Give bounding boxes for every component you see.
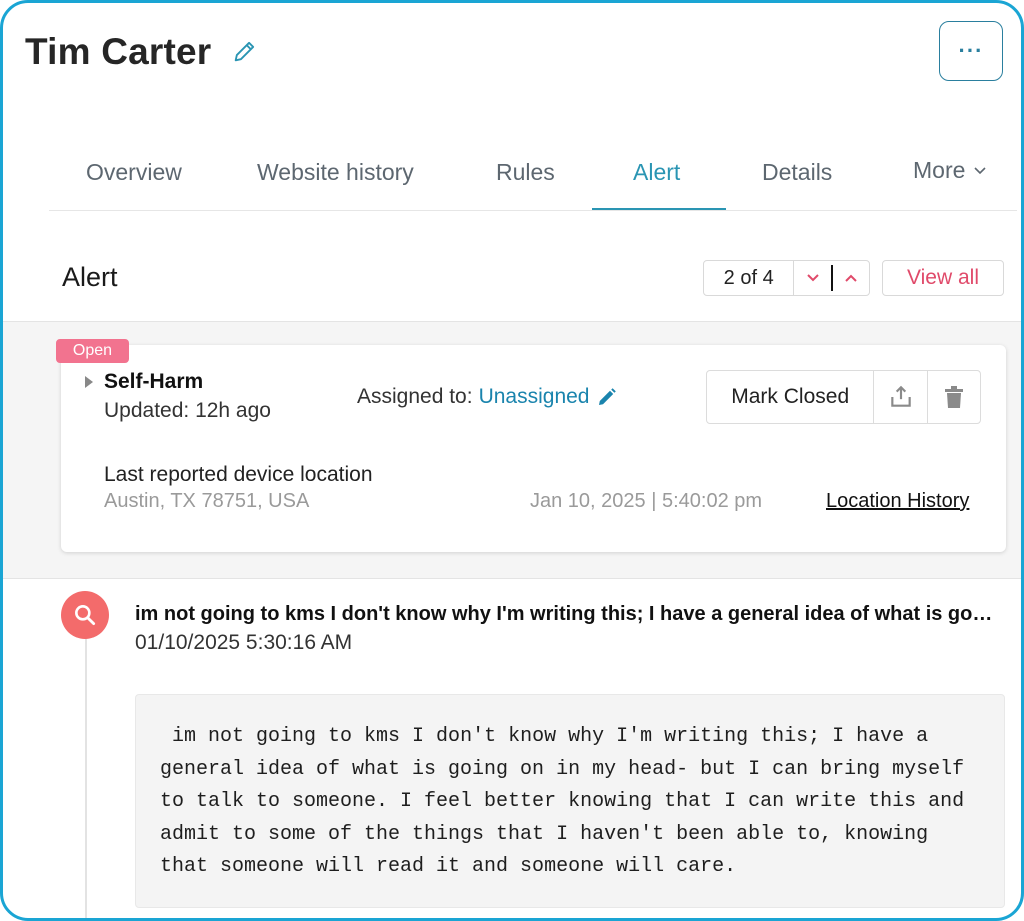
tab-rules[interactable]: Rules [496, 159, 555, 186]
alert-actions: Mark Closed [706, 370, 981, 424]
location-value: Austin, TX 78751, USA [104, 490, 310, 512]
delete-button[interactable] [927, 371, 980, 423]
status-badge: Open [56, 339, 129, 363]
next-alert-button[interactable] [794, 261, 830, 295]
chevron-up-icon [845, 274, 857, 282]
tab-more-label: More [913, 157, 966, 183]
alert-pager: 2 of 4 [703, 260, 870, 296]
tab-alert[interactable]: Alert [633, 159, 680, 186]
more-options-button[interactable]: ··· [939, 21, 1003, 81]
trash-icon [945, 386, 964, 408]
page-title: Tim Carter [25, 31, 212, 72]
timeline-item-title[interactable]: im not going to kms I don't know why I'm… [135, 603, 997, 626]
location-label: Last reported device location [104, 463, 373, 486]
share-button[interactable] [874, 371, 927, 423]
section-heading: Alert [62, 262, 118, 292]
message-text: im not going to kms I don't know why I'm… [160, 725, 965, 878]
pencil-icon [234, 41, 255, 62]
pager-count: 2 of 4 [704, 261, 795, 295]
assignee: Assigned to: Unassigned [357, 385, 619, 409]
view-all-button[interactable]: View all [882, 260, 1004, 296]
location-history-link[interactable]: Location History [826, 490, 969, 513]
previous-alert-button[interactable] [833, 261, 869, 295]
ellipsis-icon: ··· [958, 38, 984, 63]
tab-details[interactable]: Details [762, 159, 832, 186]
timeline-line [85, 637, 87, 918]
share-icon [891, 385, 911, 407]
tab-more[interactable]: More [913, 157, 987, 184]
edit-name-button[interactable] [231, 37, 259, 65]
location-timestamp: Jan 10, 2025 | 5:40:02 pm [530, 490, 763, 512]
active-tab-indicator [592, 208, 726, 210]
tab-bar: Overview Website history Rules Alert Det… [49, 143, 1017, 211]
tab-overview[interactable]: Overview [86, 159, 182, 186]
app-window: Tim Carter ··· Overview Website history … [0, 0, 1024, 921]
chevron-down-icon [974, 166, 986, 174]
alert-updated: Updated: 12h ago [104, 399, 271, 422]
timeline-search-marker [61, 591, 109, 639]
alert-type: Self-Harm [104, 370, 204, 393]
tab-website-history[interactable]: Website history [257, 159, 414, 186]
message-content: im not going to kms I don't know why I'm… [135, 694, 1005, 908]
timeline-item-date: 01/10/2025 5:30:16 AM [135, 631, 353, 654]
search-icon [75, 605, 96, 626]
pencil-icon[interactable] [595, 385, 619, 409]
caret-right-icon[interactable] [85, 376, 93, 388]
chevron-down-icon [806, 274, 819, 282]
mark-closed-button[interactable]: Mark Closed [707, 371, 875, 423]
assigned-label: Assigned to: [357, 385, 473, 408]
assignee-link[interactable]: Unassigned [479, 385, 590, 409]
